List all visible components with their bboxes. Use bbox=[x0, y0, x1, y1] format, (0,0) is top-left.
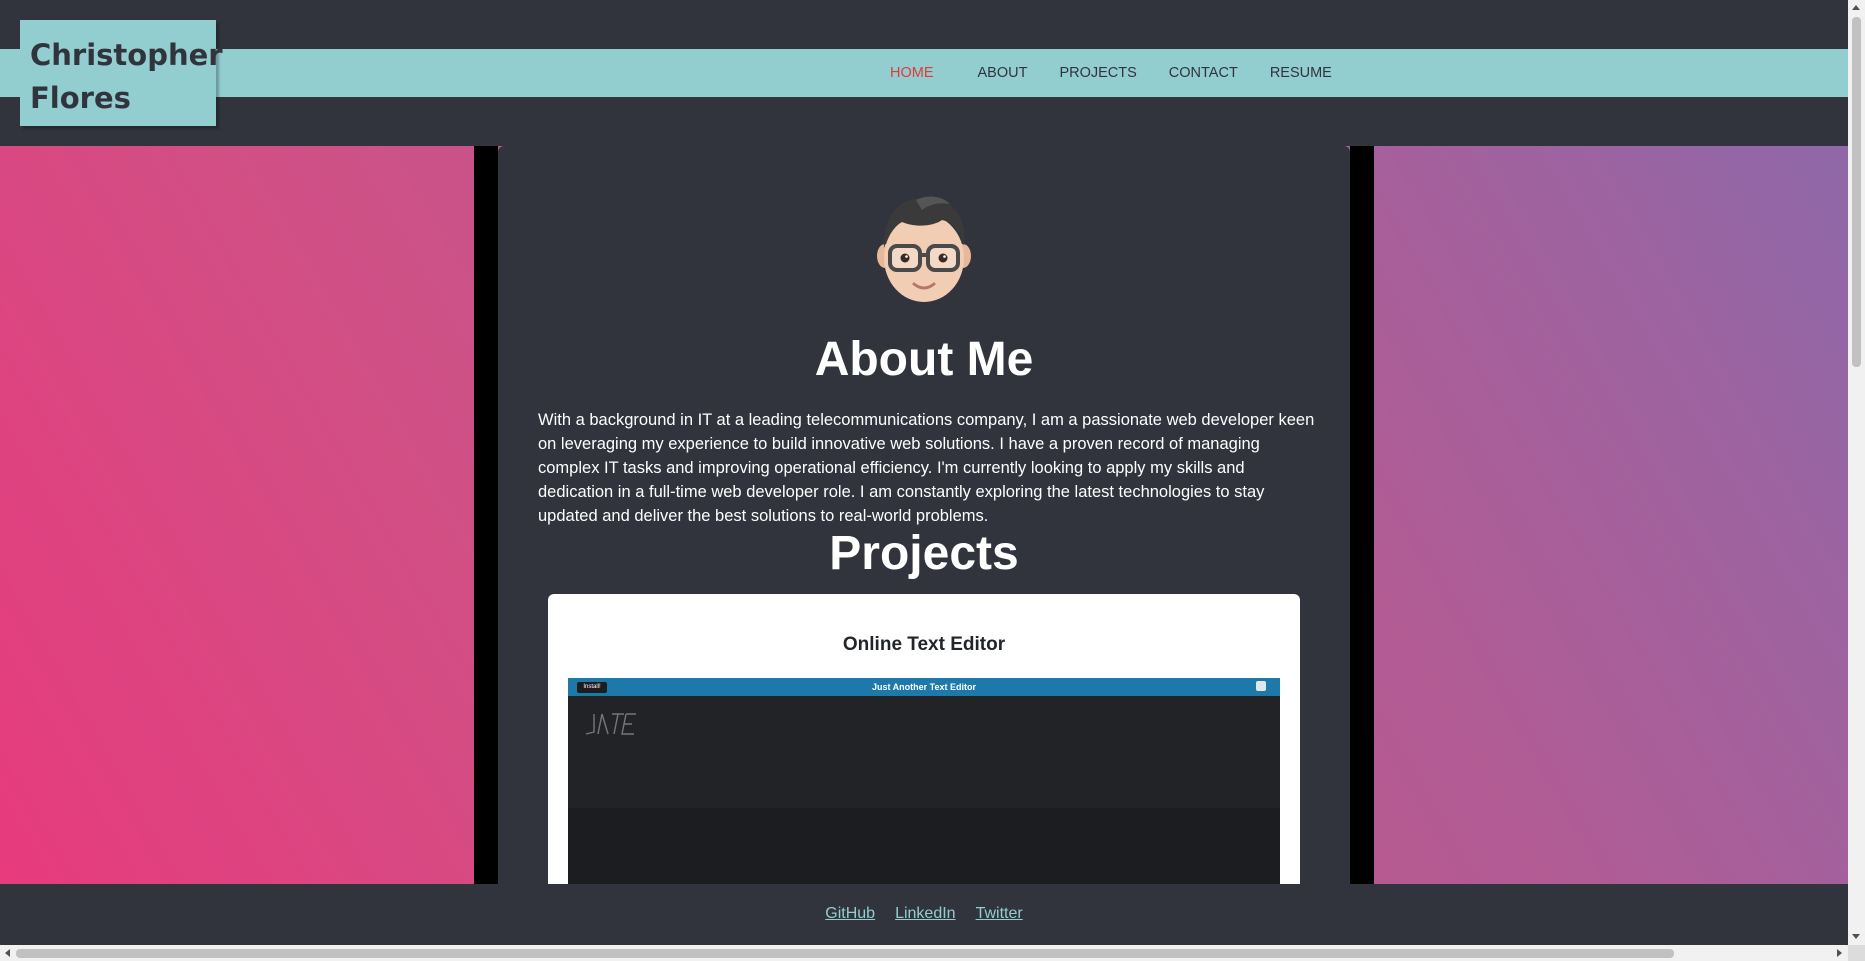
about-heading: About Me bbox=[814, 333, 1034, 386]
content-border-right bbox=[1350, 146, 1374, 884]
gear-icon bbox=[1256, 681, 1266, 691]
scroll-up-arrow-icon[interactable] bbox=[1852, 5, 1860, 10]
project-card[interactable]: Online Text Editor Install! Just Another… bbox=[548, 594, 1300, 884]
scroll-right-arrow-icon[interactable] bbox=[1837, 949, 1842, 957]
footer-link-twitter[interactable]: Twitter bbox=[976, 905, 1023, 923]
horizontal-scrollbar[interactable] bbox=[0, 945, 1848, 961]
project-screenshot[interactable]: Install! Just Another Text Editor bbox=[568, 678, 1280, 884]
nav-contact[interactable]: CONTACT bbox=[1169, 65, 1238, 81]
nav-resume[interactable]: RESUME bbox=[1270, 65, 1332, 81]
footer-link-github[interactable]: GitHub bbox=[825, 905, 875, 923]
scroll-down-arrow-icon[interactable] bbox=[1852, 934, 1860, 939]
nav-about[interactable]: ABOUT bbox=[978, 65, 1028, 81]
main-content: About Me With a background in IT at a le… bbox=[498, 146, 1350, 884]
content-border-left bbox=[474, 146, 498, 884]
horizontal-scroll-thumb[interactable] bbox=[16, 949, 1674, 958]
vertical-scroll-thumb[interactable] bbox=[1852, 17, 1861, 367]
vertical-scrollbar[interactable] bbox=[1848, 0, 1865, 945]
logo-first-name: Christopher bbox=[30, 38, 223, 72]
scrollbar-corner bbox=[1848, 945, 1865, 961]
about-paragraph: With a background in IT at a leading tel… bbox=[538, 411, 1315, 525]
scroll-left-arrow-icon[interactable] bbox=[5, 949, 10, 957]
project-title: Online Text Editor bbox=[842, 634, 1006, 655]
footer: GitHub LinkedIn Twitter bbox=[0, 884, 1848, 944]
logo-last-name: Flores bbox=[30, 81, 131, 115]
footer-link-linkedin[interactable]: LinkedIn bbox=[895, 905, 956, 923]
screenshot-editor-area bbox=[568, 696, 1280, 808]
ascii-art-logo-icon bbox=[585, 713, 636, 735]
nav-projects[interactable]: PROJECTS bbox=[1059, 65, 1136, 81]
site-logo[interactable]: Christopher Flores bbox=[20, 20, 223, 126]
avatar bbox=[876, 190, 972, 306]
main-nav: HOME ABOUT PROJECTS CONTACT RESUME bbox=[890, 49, 1332, 97]
screenshot-title: Just Another Text Editor bbox=[871, 682, 976, 692]
projects-heading: Projects bbox=[829, 527, 1019, 580]
screenshot-header: Install! Just Another Text Editor bbox=[568, 678, 1280, 696]
nav-home[interactable]: HOME bbox=[890, 65, 934, 81]
